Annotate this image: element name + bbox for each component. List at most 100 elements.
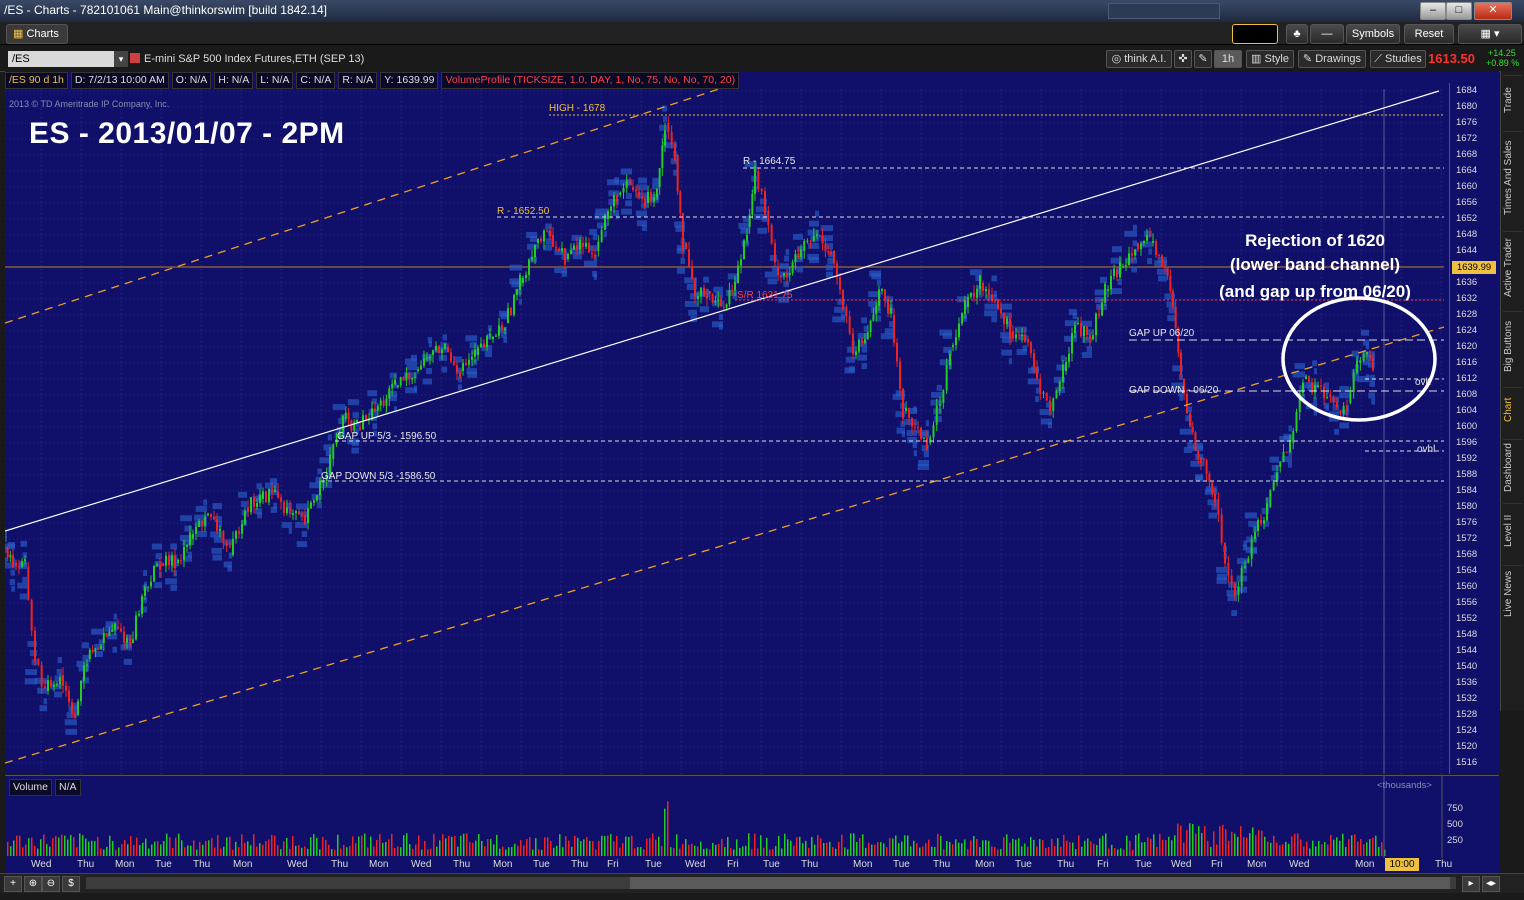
side-tab-dashboard[interactable]: Dashboard	[1503, 439, 1523, 496]
candle-body	[1021, 335, 1023, 337]
info-symbol[interactable]: /ES 90 d 1h	[5, 71, 68, 89]
price-tick: 1636	[1456, 277, 1478, 288]
candle-body	[120, 628, 122, 632]
symbols-button[interactable]: Symbols	[1346, 24, 1400, 44]
candle-body	[597, 241, 600, 251]
symbol-dropdown-icon[interactable]: ▾	[114, 51, 128, 67]
bottom-bar: + ⊕ ⊖ $ ▸ ◂▸	[0, 873, 1524, 893]
volume-bar	[925, 843, 927, 856]
candle-body	[1230, 575, 1233, 584]
candle-body	[192, 533, 194, 539]
volume-bar	[487, 839, 489, 856]
candle-body	[44, 686, 46, 688]
price-tick: 1536	[1456, 677, 1478, 688]
candle-body	[917, 427, 919, 428]
candle-body	[740, 259, 742, 266]
volume-bar	[1120, 848, 1122, 856]
volume-profile-bar	[923, 451, 929, 458]
studies-button[interactable]: ⟋ Studies	[1370, 50, 1426, 68]
volume-label[interactable]: Volume	[9, 779, 53, 796]
wrench-icon[interactable]: ✎	[1194, 50, 1212, 68]
candle-body	[890, 307, 892, 314]
layout-button[interactable]: ▦ ▾	[1458, 24, 1522, 44]
think-ai-button[interactable]: ◎ think A.I.	[1106, 50, 1172, 68]
candle-body	[1244, 566, 1246, 568]
volume-bar	[757, 848, 759, 856]
style-button[interactable]: ▥ Style	[1246, 50, 1294, 68]
timeframe-button[interactable]: 1h	[1214, 50, 1242, 68]
link-icon[interactable]: —	[1310, 24, 1344, 44]
volume-bar	[136, 837, 138, 856]
bell-icon[interactable]: ♣	[1286, 24, 1308, 44]
volume-bar	[424, 840, 426, 856]
volume-profile-bar	[912, 406, 917, 413]
tab-charts[interactable]: ▦ Charts	[6, 24, 68, 44]
candle-body	[250, 497, 252, 513]
info-open: O: N/A	[171, 71, 212, 89]
expand-icon[interactable]: ◂▸	[1482, 876, 1500, 892]
minimize-button[interactable]: –	[1420, 2, 1446, 20]
candle-body	[685, 243, 687, 250]
drawings-button[interactable]: ✎ Drawings	[1298, 50, 1366, 68]
candle-body	[1107, 289, 1109, 291]
side-tab-chart[interactable]: Chart	[1503, 387, 1523, 432]
candle-body	[582, 243, 584, 247]
price-chart[interactable]: /ES 90 d 1h D: 7/2/13 10:00 AM O: N/A H: N/…	[5, 71, 1499, 774]
close-button[interactable]: ✕	[1474, 2, 1512, 20]
price-tick: 1672	[1456, 133, 1478, 144]
date-tick: Thu	[801, 859, 819, 870]
volume-bar	[130, 836, 132, 856]
volume-bar	[538, 849, 540, 856]
volume-bar	[154, 841, 156, 856]
candle-body	[964, 300, 966, 314]
crosshair-icon[interactable]: ✜	[1174, 50, 1192, 68]
side-tab-level-ii[interactable]: Level II	[1503, 503, 1523, 558]
side-tab-trade[interactable]: Trade	[1503, 75, 1523, 124]
candle-body	[313, 500, 315, 503]
volume-panel[interactable]: Volume N/A <thousands> 750 500 250	[5, 775, 1499, 859]
annotation-gap-up-53: GAP UP 5/3 - 1596.50	[337, 431, 437, 442]
candle-body	[926, 437, 928, 450]
volume-bar	[1054, 846, 1056, 856]
volume-bar	[322, 836, 324, 856]
zoom-out-icon[interactable]: ⊖	[42, 876, 60, 892]
volume-bar	[1117, 849, 1119, 856]
dollar-icon[interactable]: $	[62, 876, 80, 892]
reset-button[interactable]: Reset	[1404, 24, 1454, 44]
volume-bar	[25, 844, 27, 856]
volume-bar	[280, 849, 282, 856]
date-axis[interactable]: 10:00 Wed Thu Mon Tue Thu Mon Wed Thu Mon Wed Thu M…	[5, 858, 1499, 873]
side-tab-big-buttons[interactable]: Big Buttons	[1503, 311, 1523, 380]
candle-body	[858, 339, 860, 352]
volume-profile-bar	[1132, 240, 1137, 247]
maximize-button[interactable]: □	[1446, 2, 1472, 20]
candle-body	[632, 187, 634, 190]
scroll-right-icon[interactable]: ▸	[1462, 876, 1480, 892]
scrollbar-thumb[interactable]	[630, 877, 1450, 889]
volume-bar	[109, 835, 111, 856]
volume-bar	[739, 848, 741, 856]
add-icon[interactable]: +	[4, 876, 22, 892]
volume-bar	[1327, 844, 1329, 856]
volume-bar	[340, 848, 342, 856]
volume-bar	[769, 849, 771, 856]
symbol-input[interactable]: /ES	[8, 51, 126, 67]
volume-bar	[7, 841, 9, 856]
order-entry-box[interactable]	[1232, 24, 1278, 44]
candle-body	[298, 511, 300, 515]
info-study[interactable]: VolumeProfile (TICKSIZE, 1.0, DAY, 1, No…	[441, 71, 740, 89]
volume-profile-bar	[991, 275, 997, 282]
zoom-in-icon[interactable]: ⊕	[24, 876, 42, 892]
volume-bar	[622, 843, 624, 856]
volume-bar	[889, 837, 891, 856]
side-tab-active-trader[interactable]: Active Trader	[1503, 231, 1523, 304]
candle-body	[1269, 490, 1272, 507]
price-axis[interactable]: 1684 1680 1676 1672 1668 1664 1660 1656 1652 1648…	[1449, 83, 1499, 774]
candle-body	[319, 480, 321, 496]
side-tab-live-news[interactable]: Live News	[1503, 565, 1523, 622]
candle-body	[1174, 307, 1177, 328]
side-tab-times-and-sales[interactable]: Times And Sales	[1503, 131, 1523, 224]
candle-body	[1128, 253, 1130, 266]
volume-bar	[1153, 834, 1155, 856]
candle-body	[997, 299, 999, 310]
